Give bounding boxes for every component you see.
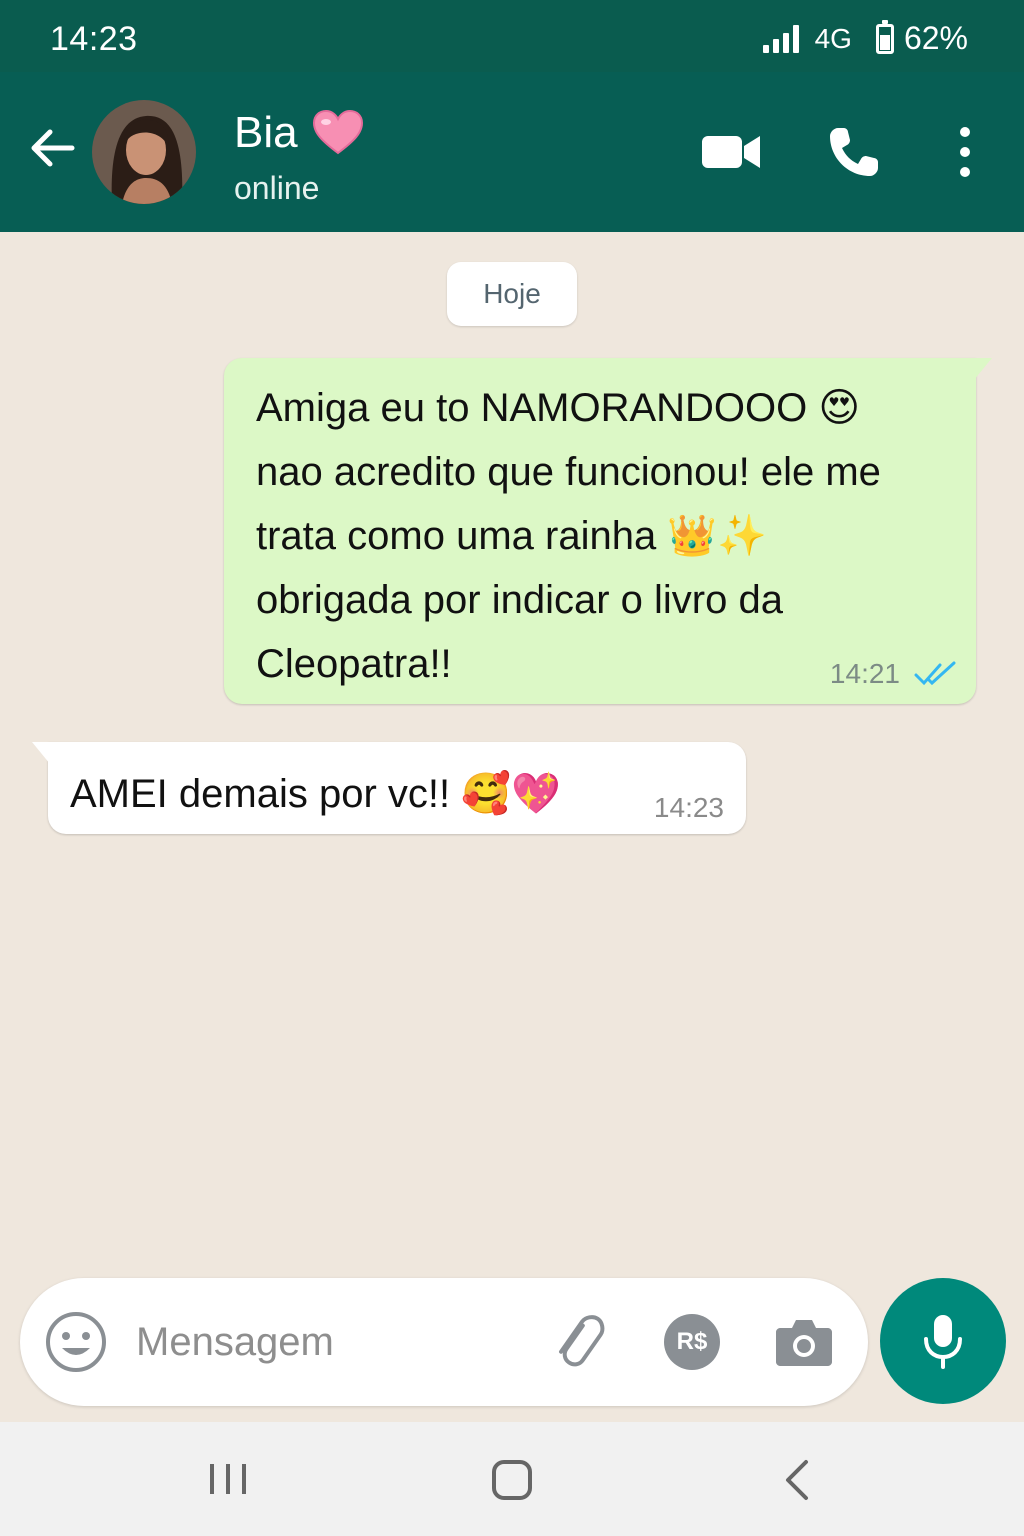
more-options-icon[interactable] — [948, 122, 982, 182]
message-time: 14:23 — [653, 792, 724, 823]
recents-icon[interactable] — [208, 1462, 248, 1496]
message-time: 14:21 — [829, 658, 900, 689]
video-call-icon[interactable] — [700, 122, 762, 182]
pink-heart-icon — [312, 109, 363, 155]
incoming-message-text: AMEI demais por vc!! 🥰💖 — [70, 772, 561, 816]
system-nav-bar — [0, 1422, 1024, 1536]
chat-area[interactable]: Hoje Amiga eu to NAMORANDOOO 😍 nao acred… — [0, 232, 1024, 1422]
contact-status: online — [234, 170, 320, 206]
nav-back-icon[interactable] — [780, 1458, 814, 1502]
phone-call-icon[interactable] — [824, 122, 884, 182]
status-indicators: 4G 62% — [762, 19, 968, 57]
outgoing-message[interactable]: Amiga eu to NAMORANDOOO 😍 nao acredito q… — [224, 358, 992, 704]
message-line: nao acredito que funcionou! ele me — [256, 450, 881, 494]
back-arrow-icon[interactable] — [24, 120, 80, 176]
payment-icon[interactable]: R$ — [664, 1314, 720, 1370]
outgoing-message-text: Amiga eu to NAMORANDOOO 😍 nao acredito q… — [256, 376, 944, 696]
signal-icon — [762, 24, 799, 53]
chat-header: Bia online — [0, 72, 1024, 232]
message-line: trata como uma rainha 👑✨ — [256, 514, 767, 558]
home-icon[interactable] — [492, 1460, 532, 1500]
date-chip: Hoje — [447, 262, 577, 326]
read-ticks-icon — [914, 661, 956, 686]
contact-name[interactable]: Bia — [234, 108, 364, 158]
network-type: 4G — [814, 22, 852, 54]
bubble-tail — [974, 358, 992, 380]
message-input[interactable] — [136, 1308, 536, 1376]
battery-percent: 62% — [903, 20, 968, 56]
status-bar: 14:23 4G 62% — [0, 0, 1024, 72]
avatar[interactable] — [92, 100, 196, 204]
incoming-message[interactable]: AMEI demais por vc!! 🥰💖 14:23 — [32, 742, 746, 834]
microphone-button[interactable] — [880, 1278, 1006, 1404]
avatar-photo — [92, 100, 196, 204]
contact-name-text: Bia — [234, 108, 298, 157]
bubble-tail — [32, 742, 50, 764]
battery-icon — [875, 19, 894, 54]
message-meta: 14:21 — [830, 658, 958, 690]
camera-icon[interactable] — [774, 1314, 834, 1370]
attach-icon[interactable] — [552, 1314, 612, 1374]
status-time: 14:23 — [50, 20, 138, 58]
emoji-icon[interactable] — [44, 1310, 108, 1374]
message-composer: R$ — [20, 1278, 868, 1406]
microphone-icon — [924, 1315, 962, 1369]
message-line: Amiga eu to NAMORANDOOO 😍 — [256, 386, 861, 430]
message-line: obrigada por indicar o livro da — [256, 578, 783, 622]
